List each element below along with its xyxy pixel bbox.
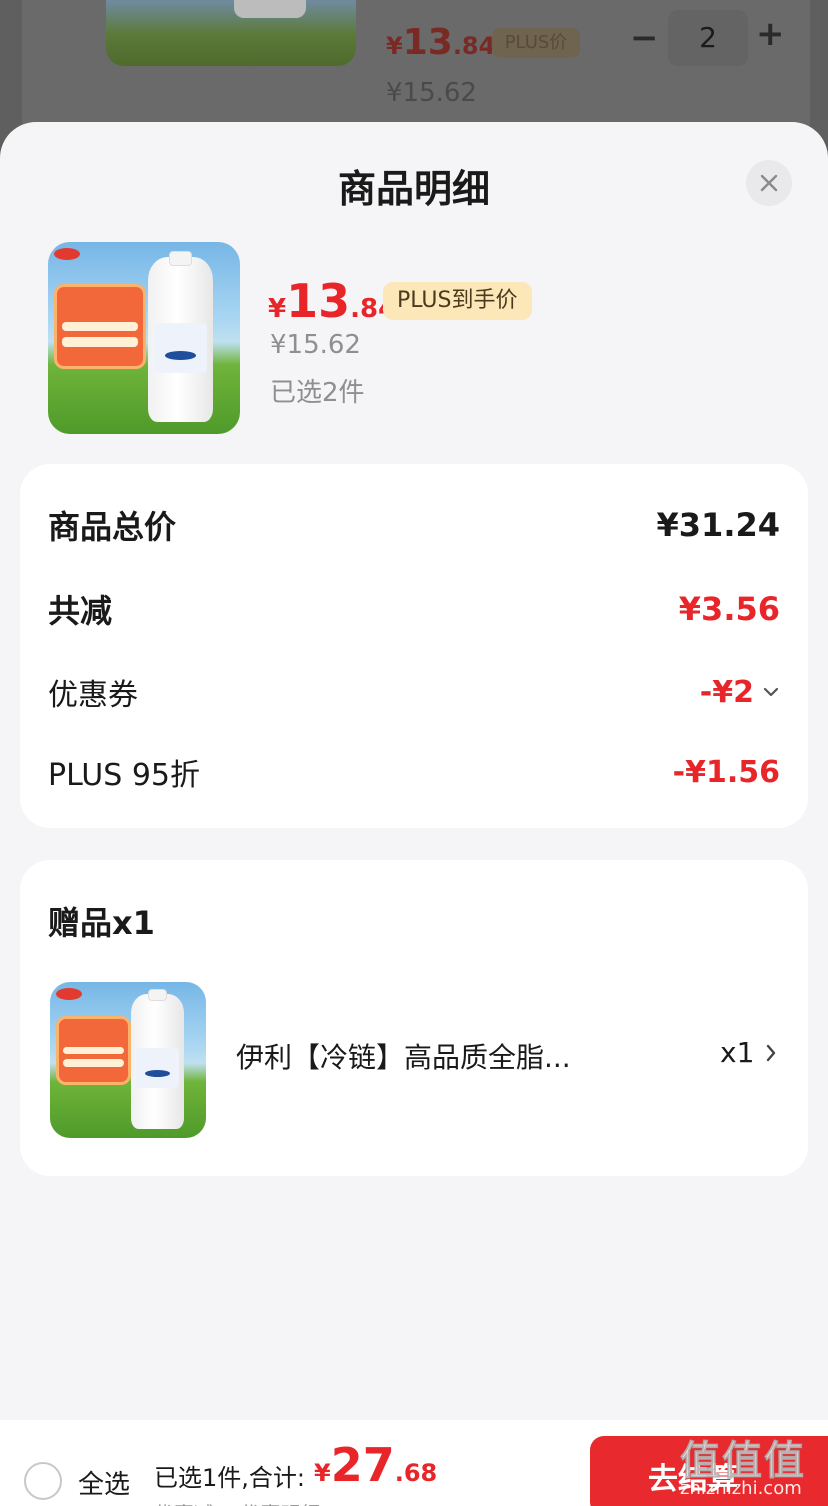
cart-item-price: ¥13.84 bbox=[386, 22, 495, 63]
decrease-quantity-button[interactable]: − bbox=[630, 18, 659, 58]
reduce-value: ¥3.56 bbox=[678, 590, 780, 628]
thumbnail-bottle bbox=[234, 0, 306, 18]
detail-sheet: 商品明细 ¥ 13 .84 PLUS到手价 ¥15.62 已选2件 商品总价 ¥… bbox=[0, 122, 828, 1506]
gift-title: 赠品x1 bbox=[48, 904, 155, 942]
total-symbol: ¥ bbox=[314, 1459, 331, 1487]
price-symbol: ¥ bbox=[386, 32, 403, 60]
price-integer: 13 bbox=[286, 274, 351, 328]
select-all-label[interactable]: 全选 bbox=[78, 1464, 130, 1501]
total-summary-text: 已选1件,合计: bbox=[154, 1464, 305, 1492]
selected-count: 已选2件 bbox=[270, 378, 365, 408]
coupon-value: -¥2 bbox=[699, 674, 754, 710]
close-button[interactable] bbox=[746, 160, 792, 206]
promo-banner bbox=[54, 284, 147, 369]
cart-original-price: ¥15.62 bbox=[386, 78, 477, 108]
gift-card: 赠品x1 伊利【冷链】高品质全脂... x1 bbox=[20, 860, 808, 1176]
coupon-value-group[interactable]: -¥2 bbox=[700, 675, 780, 710]
select-all-checkbox[interactable] bbox=[24, 1462, 62, 1500]
total-row: 商品总价 ¥31.24 bbox=[48, 502, 780, 548]
cart-plus-tag: PLUS价 bbox=[492, 28, 580, 58]
cart-item-thumbnail bbox=[106, 0, 356, 66]
plus-discount-label: PLUS 95折 bbox=[48, 758, 201, 793]
chevron-right-icon bbox=[767, 1044, 776, 1061]
coupon-row[interactable]: 优惠券 -¥2 bbox=[48, 670, 780, 714]
brand-logo bbox=[56, 988, 82, 1000]
brand-logo bbox=[54, 248, 80, 260]
price-symbol: ¥ bbox=[268, 294, 287, 324]
gift-quantity[interactable]: x1 bbox=[720, 1036, 778, 1069]
site-watermark: 值值值 zhizhizhi.com bbox=[676, 1422, 826, 1506]
milk-bottle bbox=[147, 250, 214, 423]
increase-quantity-button[interactable]: + bbox=[756, 14, 785, 54]
plus-price-badge: PLUS到手价 bbox=[383, 282, 532, 320]
total-decimal: .68 bbox=[394, 1459, 438, 1487]
gift-name[interactable]: 伊利【冷链】高品质全脂... bbox=[236, 1036, 571, 1076]
total-price: ¥ 27 .68 bbox=[314, 1438, 437, 1492]
reduce-row: 共减 ¥3.56 bbox=[48, 586, 780, 632]
product-image[interactable] bbox=[48, 242, 240, 434]
total-value: ¥31.24 bbox=[656, 506, 780, 544]
chevron-down-icon bbox=[763, 687, 779, 697]
background-overlay[interactable]: ¥13.84 PLUS价 ¥15.62 − 2 + bbox=[0, 0, 828, 140]
total-integer: 27 bbox=[330, 1438, 395, 1492]
original-price: ¥15.62 bbox=[270, 330, 361, 360]
gift-qty-text: x1 bbox=[720, 1036, 755, 1069]
promo-banner bbox=[56, 1016, 131, 1085]
plus-discount-row: PLUS 95折 -¥1.56 bbox=[48, 750, 780, 794]
quantity-field[interactable]: 2 bbox=[668, 10, 748, 66]
plus-discount-value: -¥1.56 bbox=[672, 754, 780, 790]
price-summary-card: 商品总价 ¥31.24 共减 ¥3.56 优惠券 -¥2 PLUS 95折 -¥… bbox=[20, 464, 808, 828]
reduce-label: 共减 bbox=[48, 592, 113, 630]
total-label: 商品总价 bbox=[48, 508, 177, 546]
gift-image[interactable] bbox=[50, 982, 206, 1138]
close-icon bbox=[760, 174, 778, 192]
milk-bottle bbox=[131, 989, 185, 1129]
price-decimal: .84 bbox=[452, 32, 496, 60]
price-integer: 13 bbox=[402, 22, 453, 63]
coupon-label: 优惠券 bbox=[48, 678, 138, 713]
sheet-title: 商品明细 bbox=[337, 167, 490, 211]
discount-detail-link[interactable]: 优惠减… 优惠明细 bbox=[154, 1498, 320, 1506]
watermark-site: zhizhizhi.com bbox=[680, 1478, 802, 1499]
